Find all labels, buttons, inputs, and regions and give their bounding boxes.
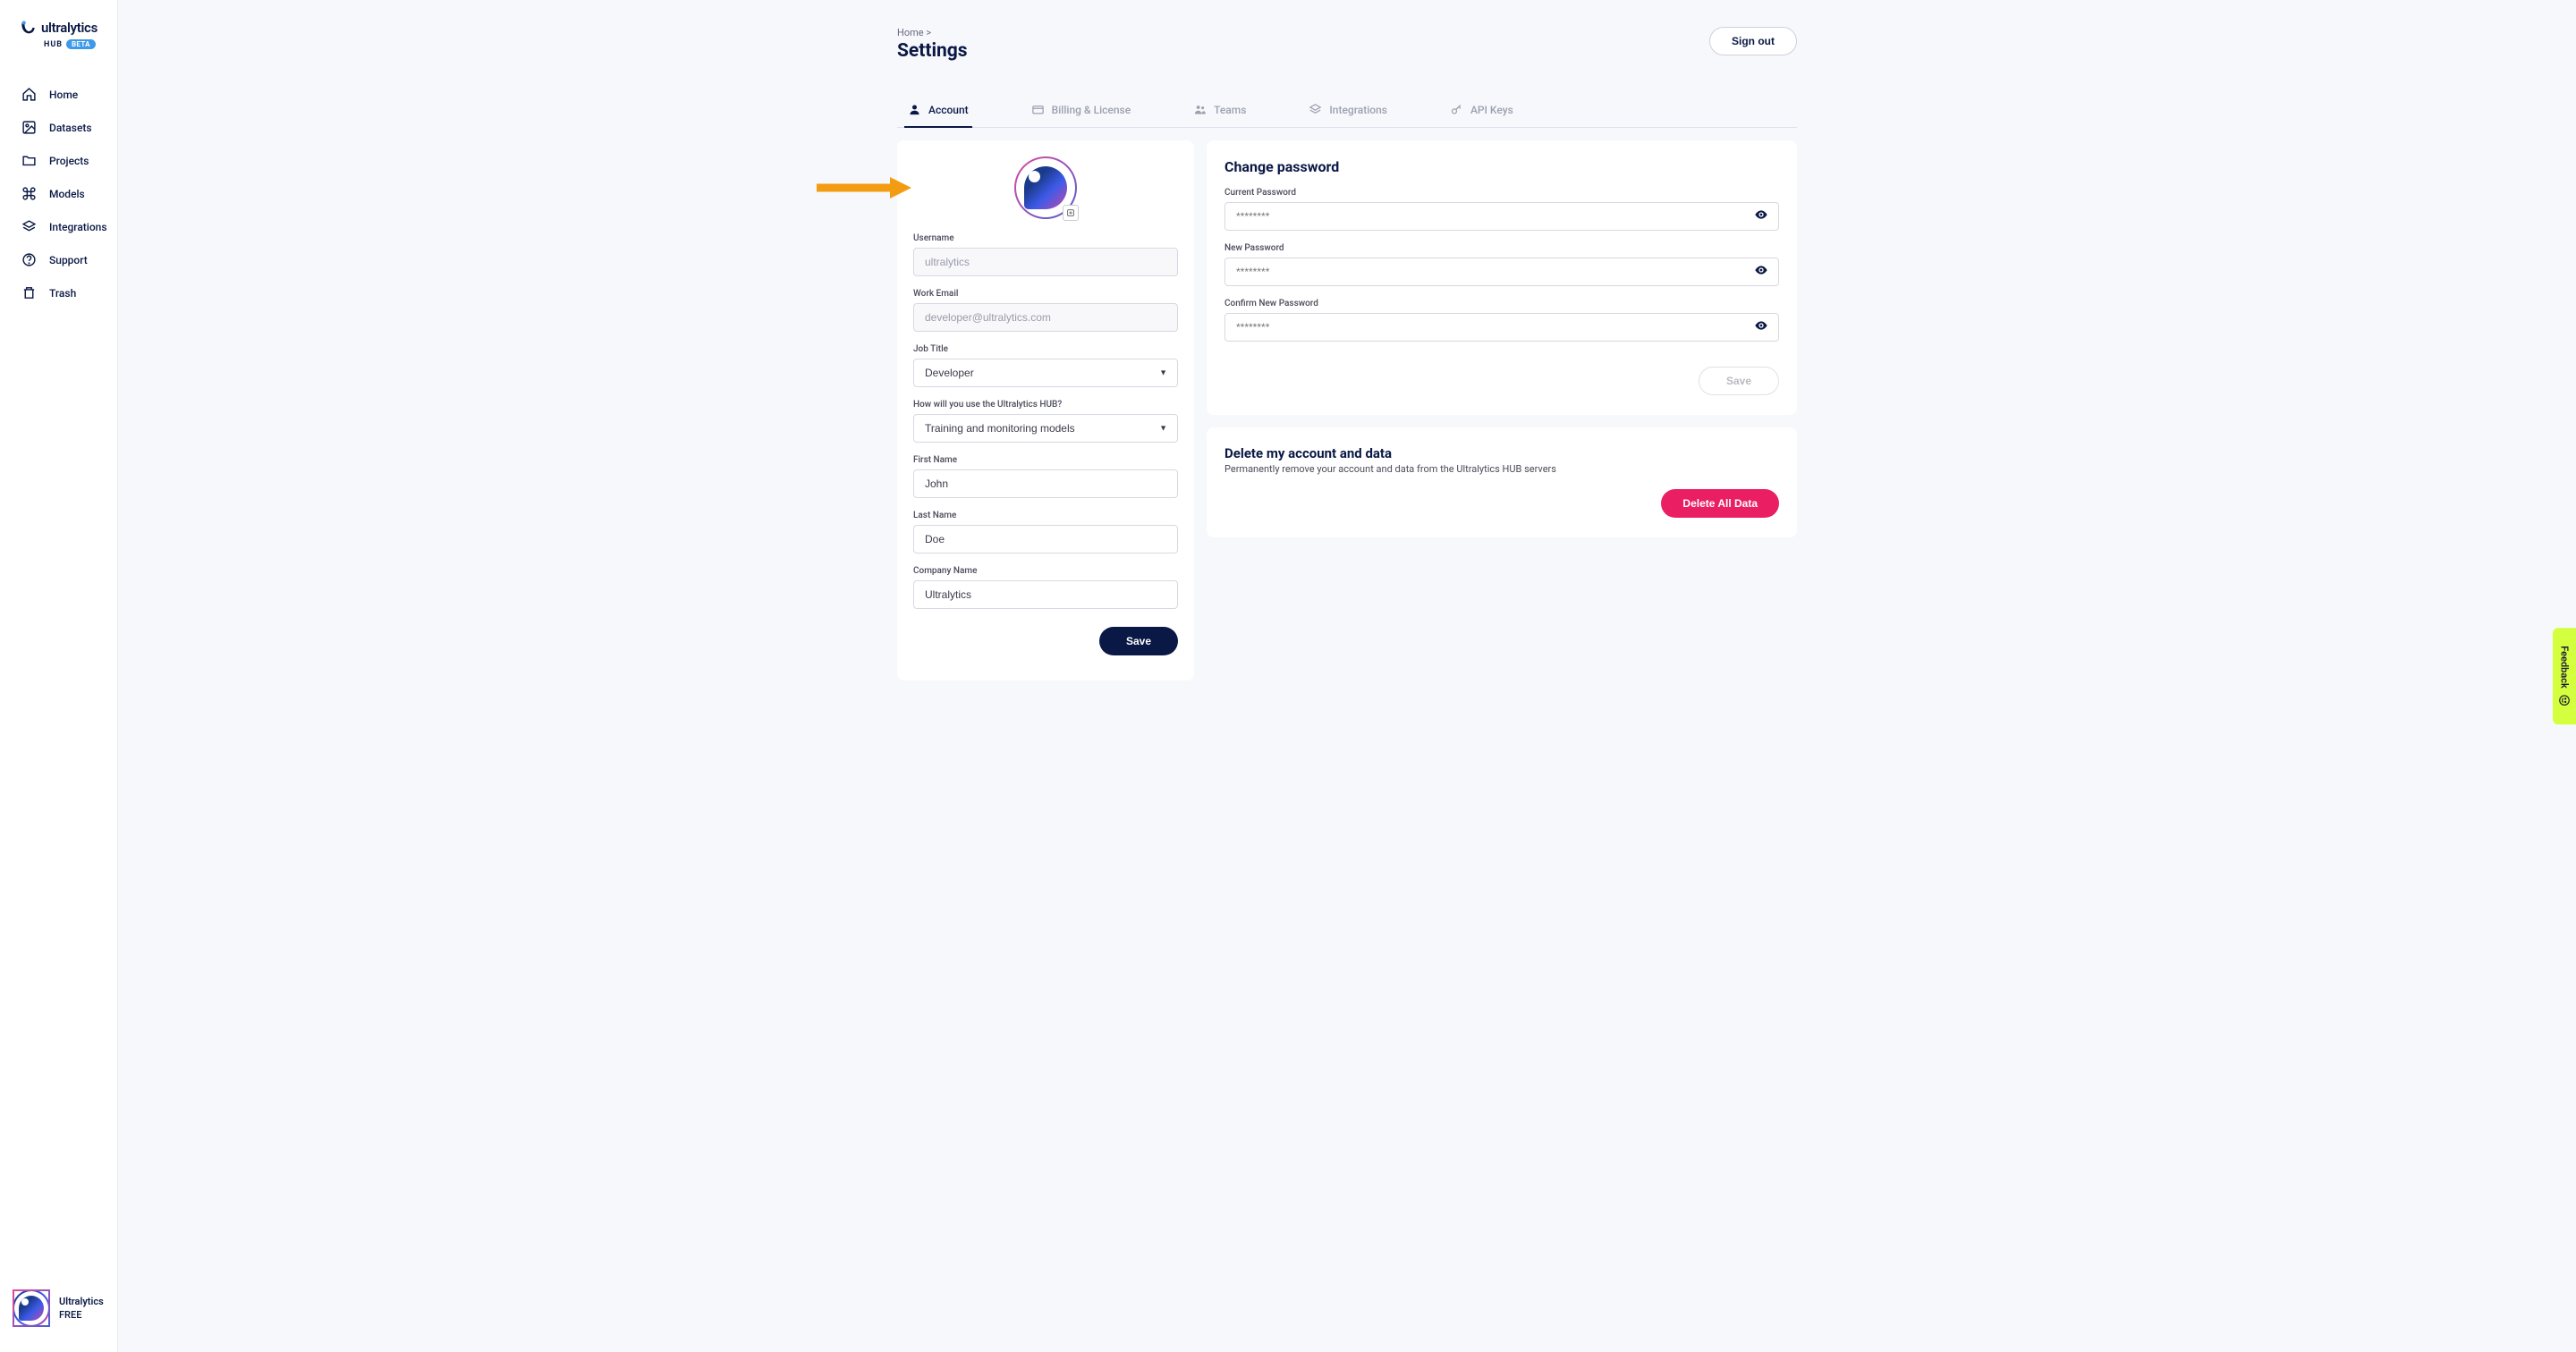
command-icon (21, 186, 37, 201)
lastname-input[interactable] (913, 525, 1178, 553)
lastname-label: Last Name (913, 511, 1178, 520)
nav-home[interactable]: Home (0, 78, 117, 111)
current-password-label: Current Password (1224, 188, 1779, 198)
eye-icon[interactable] (1754, 318, 1768, 336)
main-content: Home > Settings Sign out Account Billing… (118, 0, 2576, 1352)
password-card: Change password Current Password New Pas… (1207, 140, 1797, 415)
people-icon (1193, 103, 1207, 116)
eye-icon[interactable] (1754, 207, 1768, 225)
nav-label: Projects (49, 155, 89, 167)
folder-icon (21, 153, 37, 168)
page-title: Settings (897, 40, 968, 62)
confirm-password-input[interactable] (1224, 313, 1779, 342)
smile-icon (2558, 694, 2571, 706)
new-password-input[interactable] (1224, 258, 1779, 286)
layers-icon (1309, 103, 1322, 116)
signout-button[interactable]: Sign out (1709, 27, 1797, 55)
new-password-label: New Password (1224, 243, 1779, 253)
usage-label: How will you use the Ultralytics HUB? (913, 400, 1178, 410)
help-icon (21, 252, 37, 267)
brand-name: ultralytics (41, 20, 97, 36)
user-name: Ultralytics (59, 1295, 104, 1308)
sidebar: ultralytics HUB BETA Home Datasets Proje… (0, 0, 118, 1352)
nav-label: Datasets (49, 122, 92, 134)
nav-label: Models (49, 188, 85, 200)
company-label: Company Name (913, 566, 1178, 576)
beta-badge: BETA (66, 39, 96, 49)
username-input (913, 248, 1178, 276)
arrow-annotation-icon (817, 176, 911, 199)
nav-support[interactable]: Support (0, 243, 117, 276)
email-input (913, 303, 1178, 332)
nav-integrations[interactable]: Integrations (0, 210, 117, 243)
image-icon (21, 120, 37, 135)
profile-save-button[interactable]: Save (1099, 627, 1178, 655)
delete-title: Delete my account and data (1224, 445, 1779, 461)
nav-label: Trash (49, 287, 76, 300)
profile-card: Username Work Email Job Title ▼ How will… (897, 140, 1194, 680)
brand-sub: HUB (44, 40, 63, 49)
nav-label: Integrations (49, 221, 107, 233)
user-footer[interactable]: Ultralytics FREE (0, 1279, 117, 1338)
delete-subtitle: Permanently remove your account and data… (1224, 463, 1779, 475)
username-label: Username (913, 233, 1178, 243)
upload-avatar-icon[interactable] (1063, 205, 1079, 221)
nav-projects[interactable]: Projects (0, 144, 117, 177)
settings-tabs: Account Billing & License Teams Integrat… (897, 94, 1797, 128)
usage-select[interactable] (913, 414, 1178, 443)
company-input[interactable] (913, 580, 1178, 609)
home-icon (21, 87, 37, 102)
nav-models[interactable]: Models (0, 177, 117, 210)
key-icon (1450, 103, 1463, 116)
jobtitle-select[interactable] (913, 359, 1178, 387)
feedback-tab[interactable]: Feedback (2553, 628, 2576, 724)
brand-logo[interactable]: ultralytics HUB BETA (0, 18, 117, 71)
current-password-input[interactable] (1224, 202, 1779, 231)
firstname-input[interactable] (913, 469, 1178, 498)
tab-integrations[interactable]: Integrations (1305, 94, 1391, 127)
trash-icon (21, 285, 37, 300)
person-icon (908, 103, 921, 116)
tab-account[interactable]: Account (904, 94, 972, 127)
breadcrumb[interactable]: Home > (897, 27, 968, 38)
profile-avatar[interactable] (1014, 156, 1077, 219)
delete-all-button[interactable]: Delete All Data (1661, 489, 1779, 518)
user-avatar-small (13, 1289, 50, 1327)
jobtitle-label: Job Title (913, 344, 1178, 354)
main-nav: Home Datasets Projects Models Integratio… (0, 71, 117, 1279)
firstname-label: First Name (913, 455, 1178, 465)
card-icon (1031, 103, 1045, 116)
ultralytics-logo-icon (20, 18, 37, 38)
confirm-password-label: Confirm New Password (1224, 299, 1779, 308)
tab-teams[interactable]: Teams (1190, 94, 1250, 127)
eye-icon[interactable] (1754, 263, 1768, 281)
password-save-button: Save (1699, 367, 1779, 395)
delete-card: Delete my account and data Permanently r… (1207, 427, 1797, 537)
email-label: Work Email (913, 289, 1178, 299)
layers-icon (21, 219, 37, 234)
nav-label: Home (49, 89, 78, 101)
nav-trash[interactable]: Trash (0, 276, 117, 309)
tab-apikeys[interactable]: API Keys (1446, 94, 1517, 127)
user-plan: FREE (59, 1308, 104, 1322)
nav-label: Support (49, 254, 88, 266)
nav-datasets[interactable]: Datasets (0, 111, 117, 144)
tab-billing[interactable]: Billing & License (1028, 94, 1134, 127)
password-title: Change password (1224, 158, 1779, 175)
